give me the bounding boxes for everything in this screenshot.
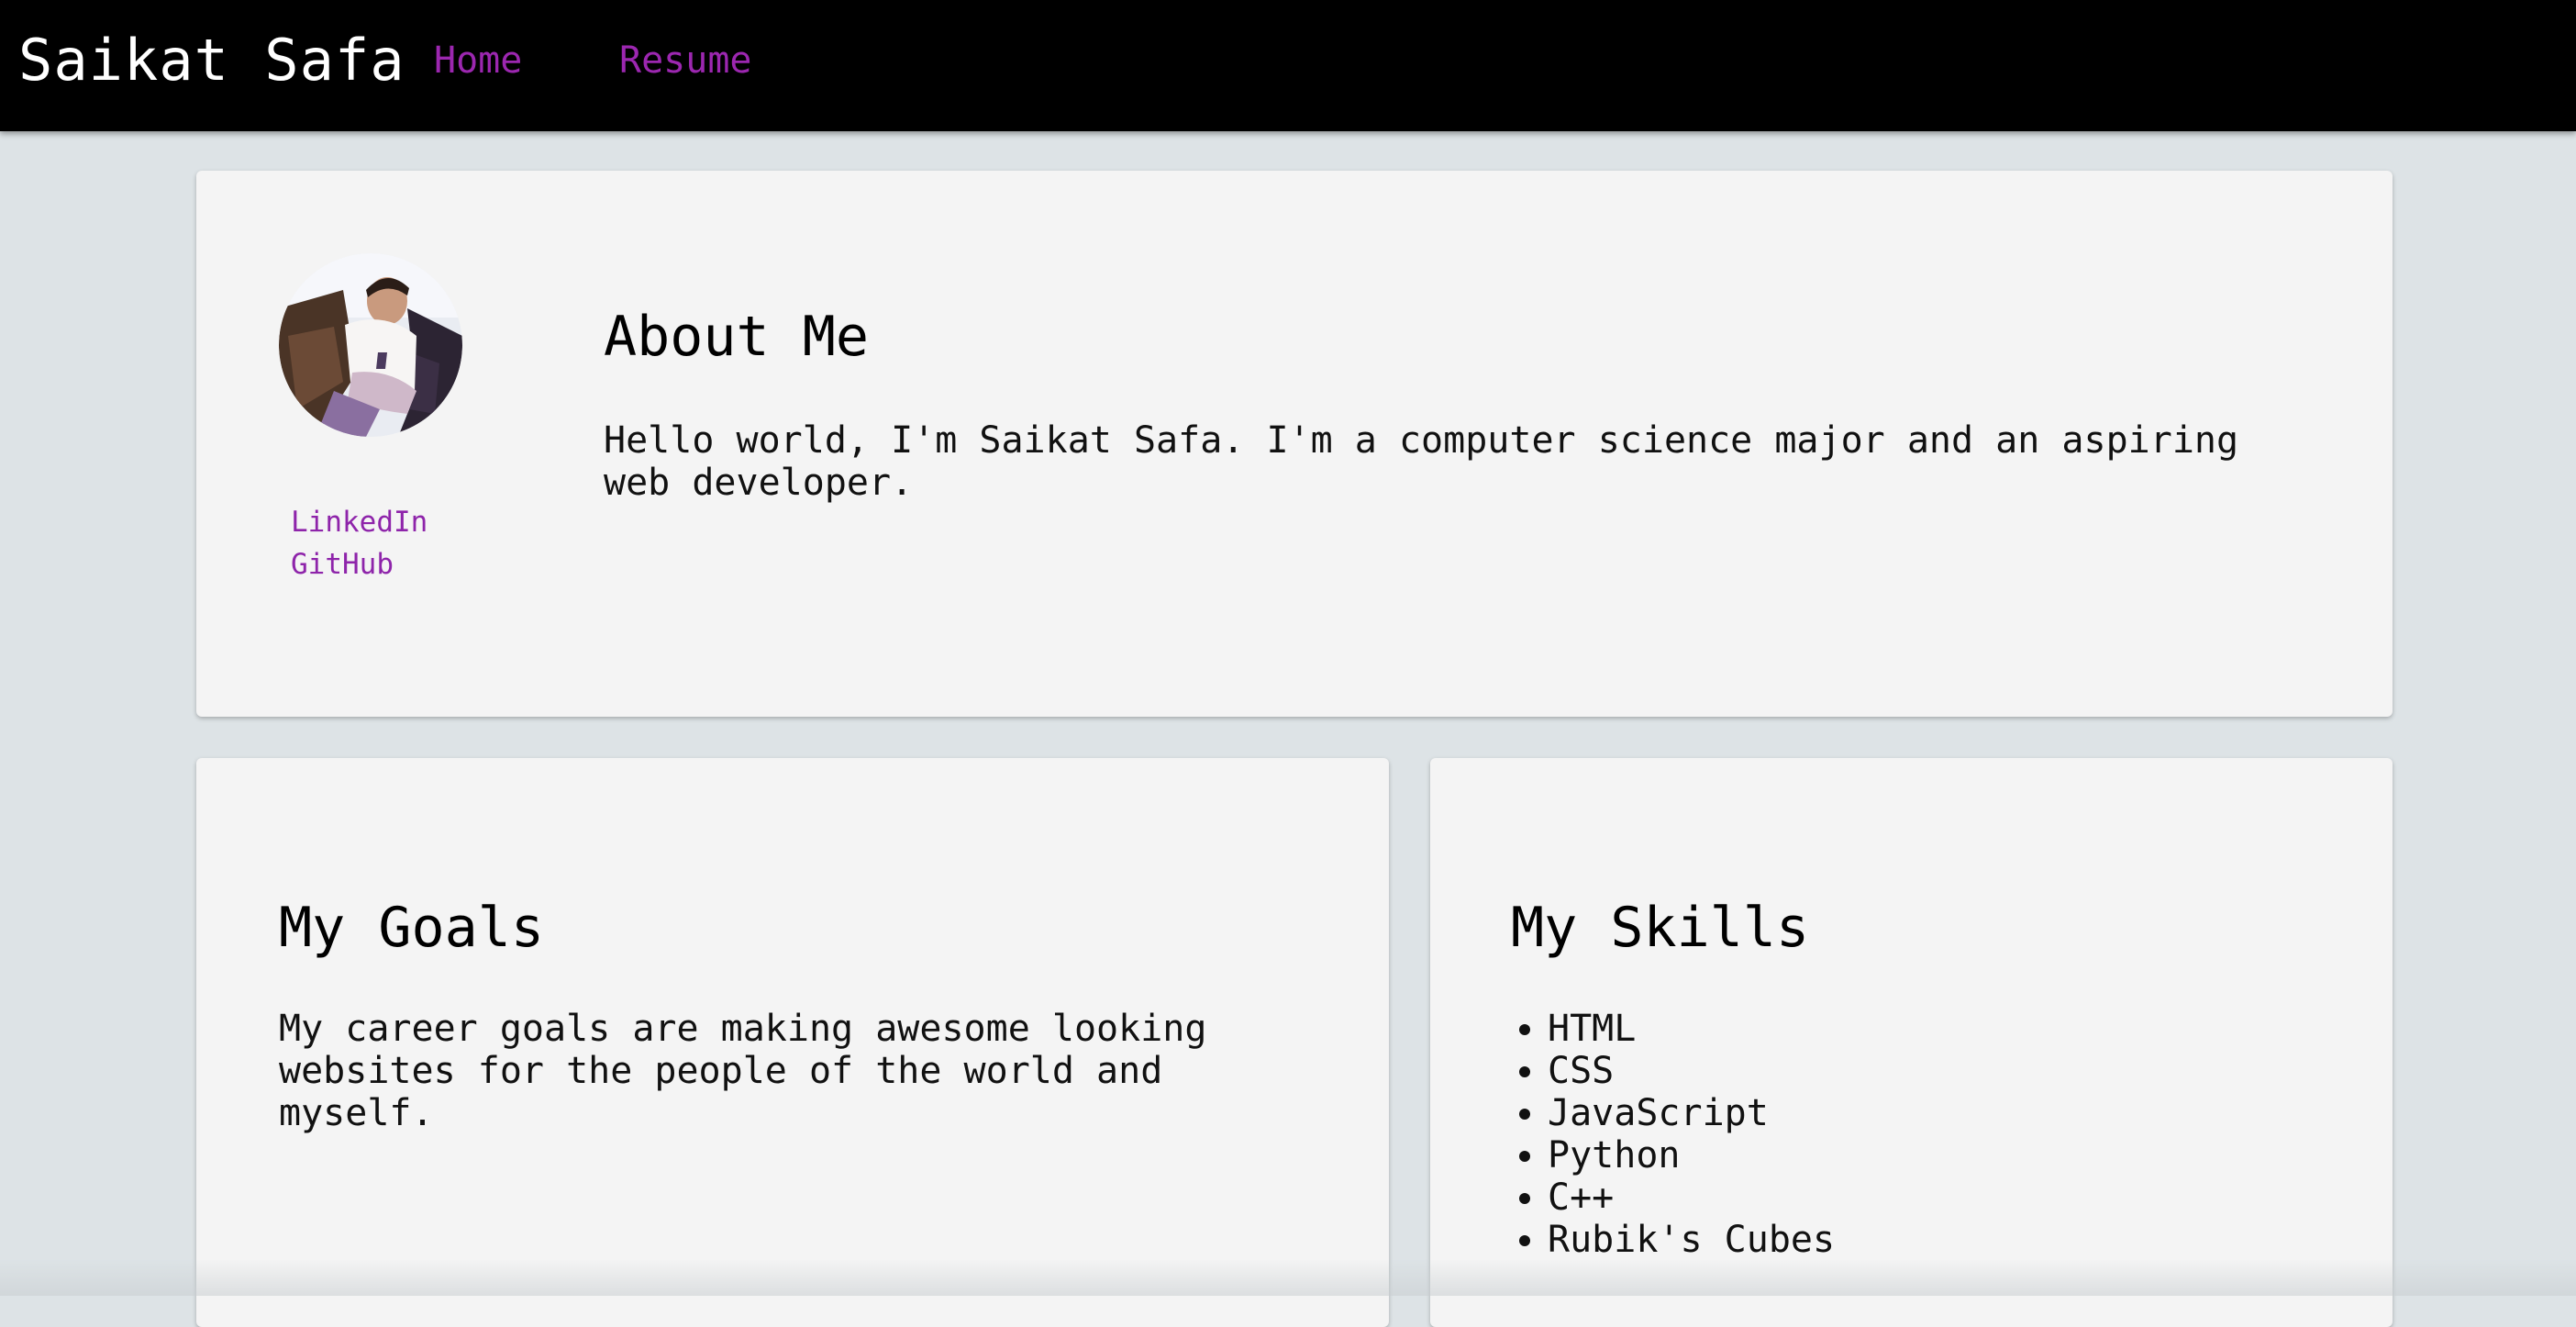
about-text: Hello world, I'm Saikat Safa. I'm a comp… [604, 419, 2239, 504]
navbar: Saikat Safa Home Resume [0, 0, 2576, 131]
skill-item: Python [1548, 1134, 1835, 1176]
about-title: About Me [604, 305, 869, 369]
goals-text: My career goals are making awesome looki… [279, 1008, 1207, 1134]
skill-item: CSS [1548, 1050, 1835, 1092]
avatar [279, 253, 462, 437]
skill-item: HTML [1548, 1008, 1835, 1050]
skill-item: Rubik's Cubes [1548, 1219, 1835, 1261]
nav-link-resume[interactable]: Resume [619, 40, 752, 81]
skill-item: C++ [1548, 1176, 1835, 1219]
profile-photo-icon [279, 253, 462, 437]
nav-link-home[interactable]: Home [434, 40, 522, 81]
skills-card: My Skills HTML CSS JavaScript Python C++… [1430, 758, 2393, 1327]
skills-list: HTML CSS JavaScript Python C++ Rubik's C… [1511, 1008, 1835, 1261]
skill-item: JavaScript [1548, 1092, 1835, 1134]
goals-title: My Goals [279, 896, 544, 960]
linkedin-link[interactable]: LinkedIn [291, 506, 427, 539]
skills-title: My Skills [1511, 896, 1810, 960]
about-card: LinkedIn GitHub About Me Hello world, I'… [196, 171, 2393, 717]
github-link[interactable]: GitHub [291, 548, 394, 581]
site-brand[interactable]: Saikat Safa [18, 31, 405, 90]
goals-card: My Goals My career goals are making awes… [196, 758, 1389, 1327]
